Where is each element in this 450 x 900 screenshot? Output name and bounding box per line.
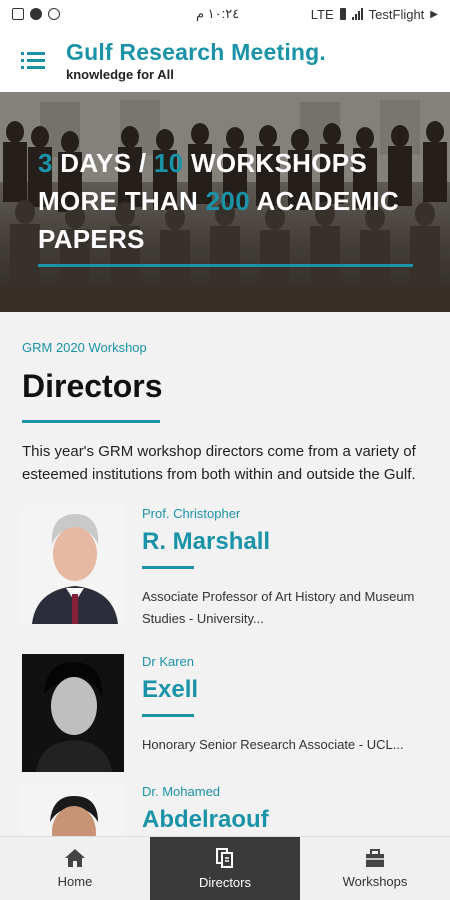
director-name[interactable]: Abdelraouf bbox=[142, 806, 269, 834]
app-subtitle: knowledge for All bbox=[66, 66, 174, 82]
workshops-label: WORKSHOPS bbox=[183, 148, 368, 178]
app-header: Gulf Research Meeting. knowledge for All bbox=[0, 28, 450, 92]
signal-icon bbox=[351, 8, 363, 20]
director-card[interactable]: Dr Karen Exell Honorary Senior Research … bbox=[22, 654, 432, 774]
section-intro: This year's GRM workshop directors come … bbox=[22, 443, 416, 483]
tab-directors-label: Directors bbox=[198, 875, 251, 890]
alarm-icon bbox=[30, 8, 42, 20]
director-photo bbox=[22, 784, 124, 836]
papers-count: 200 bbox=[205, 186, 250, 216]
brand: Gulf Research Meeting. knowledge for All bbox=[66, 39, 326, 82]
status-bar: ١٠:٢٤ م LTE TestFlight ▶ bbox=[0, 0, 450, 28]
menu-button[interactable] bbox=[0, 28, 66, 92]
tab-home[interactable]: Home bbox=[0, 837, 150, 900]
workshops-count: 10 bbox=[153, 148, 184, 178]
days-label: DAYS / bbox=[52, 148, 154, 178]
director-underline bbox=[142, 566, 194, 569]
papers-label: ACADEMIC bbox=[249, 186, 400, 216]
home-icon bbox=[65, 849, 85, 867]
section-kicker: GRM 2020 Workshop bbox=[22, 340, 147, 355]
status-time: ١٠:٢٤ م bbox=[196, 6, 240, 21]
director-underline bbox=[142, 714, 194, 717]
hero-line-1: 3 DAYS / 10 WORKSHOPS bbox=[38, 144, 399, 182]
director-role: Associate Professor of Art History and M… bbox=[142, 589, 415, 626]
tab-workshops-label: Workshops bbox=[342, 874, 408, 889]
more-than-label: MORE THAN bbox=[38, 186, 206, 216]
director-photo bbox=[22, 506, 124, 624]
director-card[interactable]: Prof. Christopher R. Marshall Associate … bbox=[22, 506, 432, 626]
tab-home-label: Home bbox=[57, 874, 93, 889]
menu-icon bbox=[21, 52, 45, 69]
play-icon: ▶ bbox=[430, 8, 438, 20]
hero-headline: 3 DAYS / 10 WORKSHOPS MORE THAN 200 ACAD… bbox=[38, 144, 399, 258]
papers-label-2: PAPERS bbox=[38, 224, 145, 254]
director-card[interactable]: Dr. Mohamed Abdelraouf bbox=[22, 784, 432, 836]
back-to-app-label[interactable]: TestFlight bbox=[369, 7, 425, 22]
tab-directors[interactable]: Directors bbox=[150, 837, 300, 900]
days-count: 3 bbox=[38, 148, 53, 178]
status-left: ١٠:٢٤ م bbox=[12, 6, 239, 22]
status-right: LTE TestFlight ▶ bbox=[311, 7, 438, 22]
director-role: Honorary Senior Research Associate - UCL… bbox=[142, 737, 404, 752]
hero-line-2: MORE THAN 200 ACADEMIC bbox=[38, 182, 399, 220]
directors-icon bbox=[216, 848, 233, 868]
sync-icon bbox=[48, 8, 60, 20]
hero-divider bbox=[38, 264, 413, 267]
director-photo bbox=[22, 654, 124, 772]
directors-section: GRM 2020 Workshop Directors This year's … bbox=[0, 312, 450, 836]
director-name[interactable]: R. Marshall bbox=[142, 528, 270, 556]
section-title: Directors bbox=[22, 368, 163, 404]
director-prefix: Dr Karen bbox=[142, 654, 195, 669]
hero-banner: 3 DAYS / 10 WORKSHOPS MORE THAN 200 ACAD… bbox=[0, 92, 450, 312]
director-prefix: Dr. Mohamed bbox=[142, 784, 221, 799]
bottom-tab-bar: Home Directors Workshops bbox=[0, 836, 450, 900]
workshops-icon bbox=[366, 849, 384, 867]
director-name[interactable]: Exell bbox=[142, 676, 198, 704]
app-title: Gulf Research Meeting. bbox=[66, 38, 327, 65]
network-type: LTE bbox=[310, 6, 334, 22]
section-underline bbox=[22, 420, 160, 423]
hero-line-3: PAPERS bbox=[38, 220, 399, 258]
director-prefix: Prof. Christopher bbox=[142, 506, 241, 521]
notification-icon bbox=[12, 8, 24, 20]
battery-icon bbox=[339, 8, 346, 20]
tab-workshops[interactable]: Workshops bbox=[300, 837, 450, 900]
